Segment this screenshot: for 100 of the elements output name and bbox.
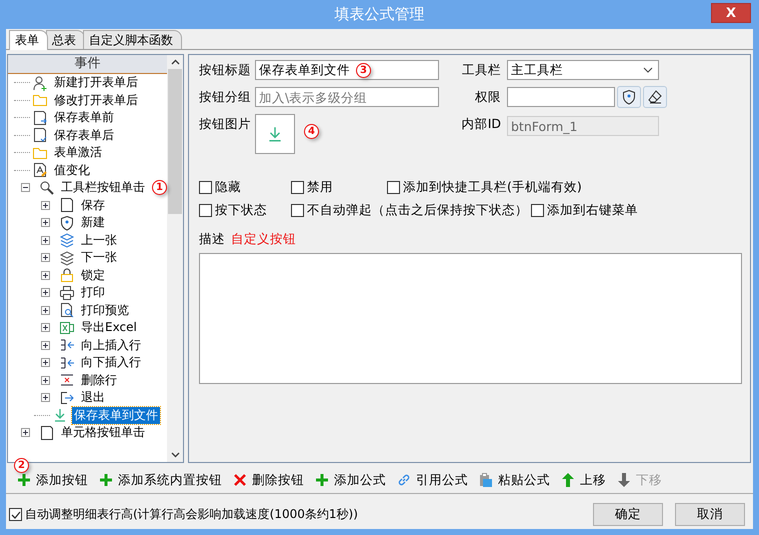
number-badge: 4 <box>304 124 319 139</box>
arrow-up-icon <box>560 472 576 488</box>
expander-icon[interactable] <box>41 236 50 245</box>
tree-item[interactable]: 表单激活 <box>52 144 104 162</box>
input-field[interactable]: 加入\表示多级分组 <box>255 87 439 107</box>
clipboard-icon <box>478 472 494 488</box>
close-icon <box>232 472 248 488</box>
folder-icon <box>32 92 48 108</box>
checkbox[interactable]: 自动调整明细表行高(计算行高会影响加载速度(1000条约1秒)) <box>9 506 358 523</box>
tree-item[interactable]: 下一张 <box>79 249 119 266</box>
field-label: 按钮标题 <box>199 62 252 78</box>
tree-item[interactable]: 向下插入行 <box>79 354 143 372</box>
tree-item[interactable]: 上一张 <box>79 232 119 249</box>
expander-icon[interactable] <box>41 270 50 280</box>
shield-icon <box>621 89 637 105</box>
input-field[interactable] <box>507 87 615 107</box>
tree-item[interactable]: 退出 <box>79 389 107 406</box>
image-picker[interactable] <box>255 114 295 154</box>
toolbar-button[interactable]: 粘贴公式 <box>474 472 554 488</box>
scroll-up-icon[interactable] <box>170 59 180 65</box>
checkbox[interactable]: 添加到快捷工具栏(手机端有效) <box>387 179 582 196</box>
scrollbar[interactable] <box>167 55 183 462</box>
field-label: 权限 <box>474 88 502 106</box>
tree-item[interactable]: 修改打开表单后 <box>52 92 140 109</box>
checkbox[interactable]: 不自动弹起（点击之后保持按下状态） <box>291 202 531 219</box>
tree-item[interactable]: 单元格按钮单击 <box>59 424 147 442</box>
save-icon <box>32 110 48 126</box>
scroll-down-icon[interactable] <box>170 452 180 458</box>
field-label: 描述 <box>199 231 225 248</box>
link-icon <box>396 472 412 488</box>
toolbar-button[interactable]: 上移 <box>556 472 610 488</box>
tree-item[interactable]: 值变化 <box>52 162 92 179</box>
insert-row-icon <box>59 354 75 371</box>
expander-icon[interactable] <box>41 393 50 402</box>
document-icon <box>32 162 48 178</box>
expander-icon[interactable] <box>41 340 50 350</box>
save-icon <box>59 197 75 214</box>
magnifier-icon <box>39 180 55 196</box>
window-title: 填表公式管理 <box>334 5 424 24</box>
dropdown[interactable]: 主工具栏 <box>507 60 659 80</box>
checkbox[interactable]: 禁用 <box>291 179 387 196</box>
delete-row-icon <box>59 372 75 388</box>
toolbar-button[interactable]: 引用公式 <box>392 472 472 488</box>
expander-icon[interactable] <box>41 323 50 332</box>
tree-item[interactable]: 保存表单到文件 <box>72 406 160 424</box>
dialog-button[interactable]: 确定 <box>593 503 663 526</box>
expander-icon[interactable] <box>21 183 30 192</box>
arrow-down-icon <box>616 472 632 488</box>
expander-icon[interactable] <box>41 376 50 385</box>
save-icon <box>32 127 48 144</box>
toolbar-button[interactable]: 添加系统内置按钮 <box>94 472 226 488</box>
tree-item[interactable]: 保存表单后 <box>52 126 116 144</box>
field-label: 内部ID <box>460 116 502 133</box>
shield-button[interactable] <box>617 86 641 108</box>
tab[interactable]: 总表 <box>46 30 85 49</box>
tree-item[interactable]: 打印 <box>79 284 107 302</box>
tab[interactable]: 自定义脚本函数 <box>83 30 182 49</box>
close-button[interactable]: X <box>711 3 751 23</box>
toolbar-button[interactable]: 添加按钮 <box>12 472 92 488</box>
checkbox[interactable]: 隐藏 <box>199 179 291 196</box>
checkbox[interactable]: 按下状态 <box>199 202 291 219</box>
expander-icon[interactable] <box>21 428 30 438</box>
field-label: 按钮分组 <box>199 88 252 106</box>
save-icon <box>39 424 55 441</box>
tree-item[interactable]: 保存表单前 <box>52 109 116 126</box>
eraser-button[interactable] <box>643 86 667 108</box>
expander-icon[interactable] <box>41 253 50 262</box>
toolbar-button[interactable]: 添加公式 <box>310 472 390 488</box>
expander-icon[interactable] <box>41 288 50 298</box>
tree-item[interactable]: 导出Excel <box>79 319 139 336</box>
tree-item[interactable]: 工具栏按钮单击 <box>59 179 147 196</box>
expander-icon[interactable] <box>41 218 50 228</box>
dialog-button[interactable]: 取消 <box>675 503 745 526</box>
tree-item[interactable]: 保存 <box>79 196 107 214</box>
toolbar-button[interactable]: 删除按钮 <box>228 472 308 488</box>
printer-icon <box>59 284 75 301</box>
tree-item[interactable]: 新建打开表单后 <box>52 74 140 92</box>
document-search-icon <box>59 302 75 318</box>
shield-icon <box>59 214 75 231</box>
expander-icon[interactable] <box>41 306 50 315</box>
lock-icon <box>59 267 75 284</box>
tree-item[interactable]: 锁定 <box>79 266 107 284</box>
column-header: 事件 <box>8 55 167 74</box>
chevron-down-icon <box>643 67 653 73</box>
field-label: 工具栏 <box>461 62 502 78</box>
tree-item[interactable]: 新建 <box>79 214 107 232</box>
person-add-icon <box>32 74 48 91</box>
checkbox[interactable]: 添加到右键菜单 <box>531 202 638 219</box>
exit-icon <box>59 390 75 406</box>
check-icon <box>10 510 20 520</box>
plus-icon <box>16 472 32 488</box>
tree-item[interactable]: 删除行 <box>79 372 119 389</box>
expander-icon[interactable] <box>41 200 50 210</box>
tab[interactable]: 表单 <box>9 30 48 50</box>
expander-icon[interactable] <box>41 358 50 368</box>
tree-item[interactable]: 打印预览 <box>79 302 131 319</box>
download-icon <box>52 407 68 424</box>
tree-item[interactable]: 向上插入行 <box>79 336 143 354</box>
description-text: 自定义按钮 <box>231 231 296 248</box>
spreadsheet-icon <box>59 320 75 336</box>
